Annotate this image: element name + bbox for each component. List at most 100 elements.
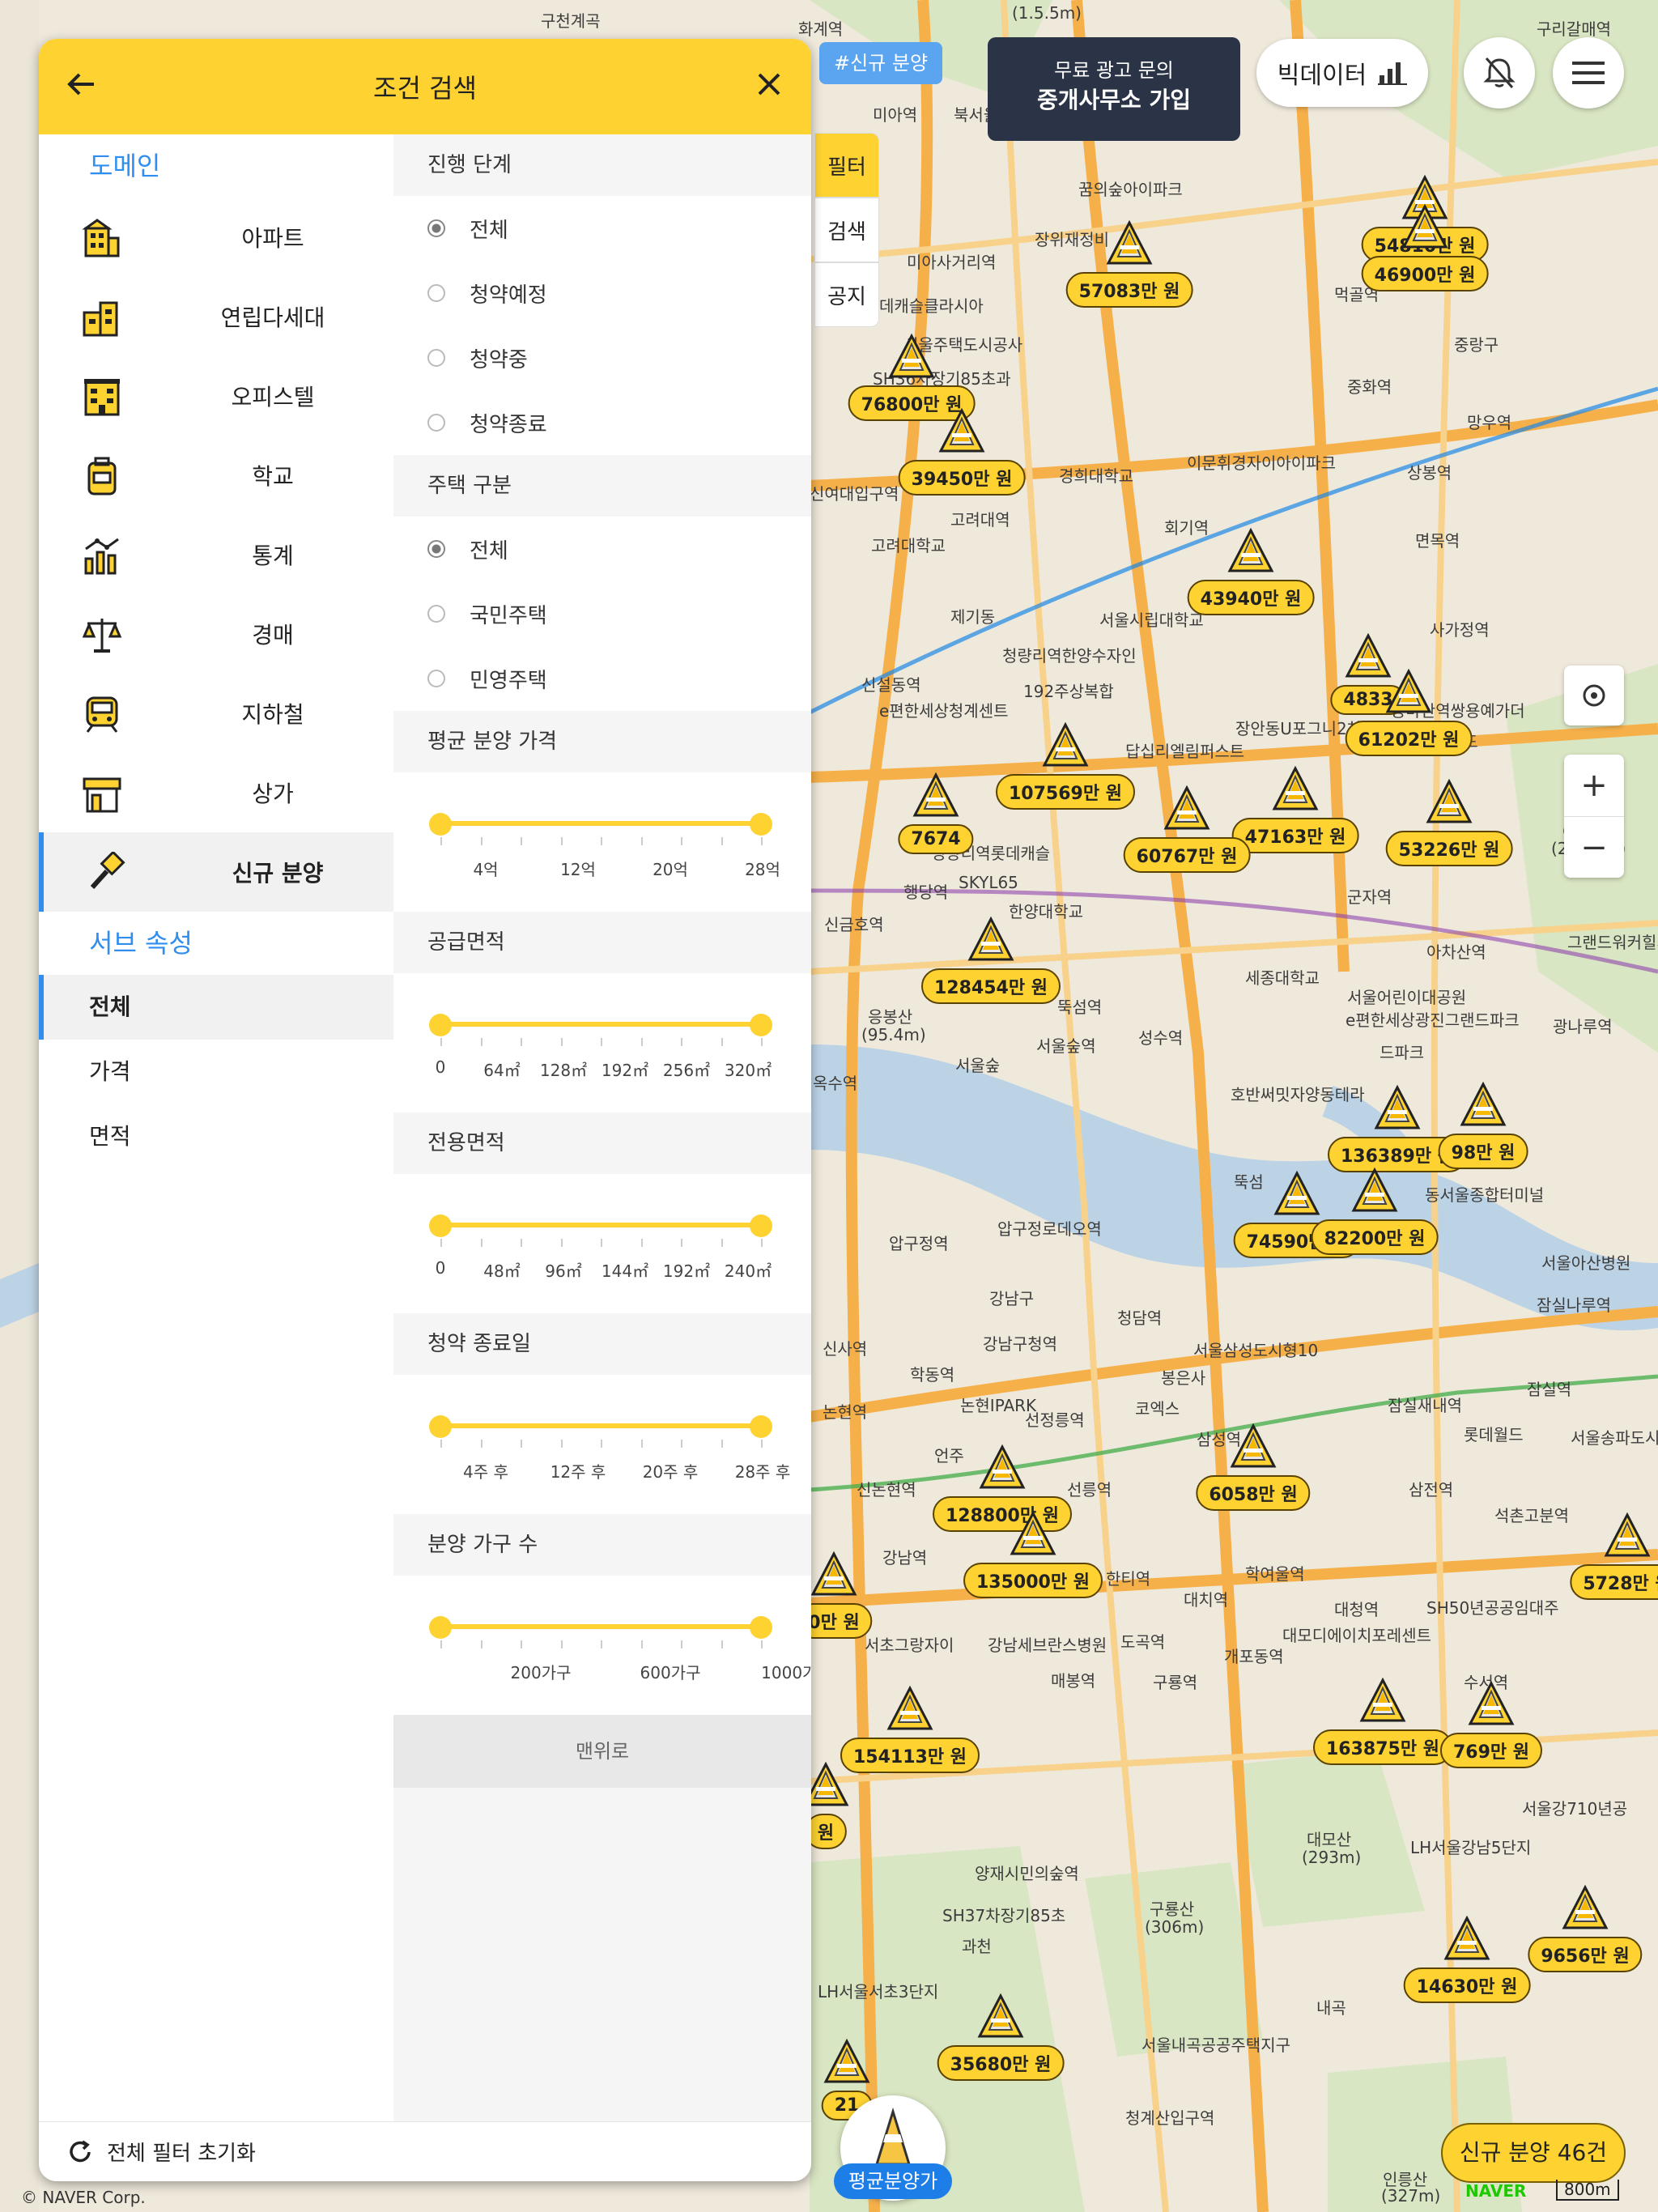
notification-off-button[interactable] xyxy=(1464,37,1535,108)
map-place-label: 청량리역한양수자인 xyxy=(1002,646,1137,666)
slider-min-handle[interactable] xyxy=(429,1616,452,1639)
slider-min-handle[interactable] xyxy=(429,1014,452,1036)
traffic-cone-icon xyxy=(1105,219,1154,268)
domain-item[interactable]: 아파트 xyxy=(39,198,393,277)
units-title: 분양 가구 수 xyxy=(393,1514,811,1576)
radio-option[interactable]: 국민주택 xyxy=(393,581,811,646)
traffic-cone-icon xyxy=(1163,785,1211,833)
new-sale-count-badge[interactable]: 신규 분양 46건 xyxy=(1441,2123,1626,2183)
sale-price-label: 769만 원 xyxy=(1439,1733,1543,1768)
domain-item[interactable]: 상가 xyxy=(39,753,393,832)
domain-item-label: 신규 분양 xyxy=(232,860,324,887)
slider-tick xyxy=(721,1440,723,1448)
slider-tick xyxy=(721,1640,723,1648)
slider-tick xyxy=(601,1038,602,1046)
slider-min-handle[interactable] xyxy=(429,1415,452,1438)
map-place-label: 강남세브란스병원 xyxy=(988,1636,1107,1655)
map-place-label: 서울강710년공 xyxy=(1522,1799,1628,1819)
domain-item[interactable]: 학교 xyxy=(39,436,393,515)
tab-filter[interactable]: 필터 xyxy=(814,133,879,198)
slider-max-handle[interactable] xyxy=(750,1616,772,1639)
map-place-label: 학여울역 xyxy=(1245,1564,1305,1584)
map-place-label: LH서울서초3단지 xyxy=(818,1982,939,2001)
slider-tick xyxy=(761,1239,763,1247)
exclusive-area-slider[interactable]: 0 48㎡ 96㎡ 144㎡ 192㎡ 240㎡ xyxy=(393,1174,811,1313)
radio-option[interactable]: 민영주택 xyxy=(393,646,811,711)
sale-price-label: 98만 원 xyxy=(1438,1134,1528,1169)
close-button[interactable] xyxy=(751,66,787,108)
radio-option[interactable]: 청약중 xyxy=(393,325,811,390)
units-slider[interactable]: 200가구 600가구 1000가구 xyxy=(393,1576,811,1715)
menu-button[interactable] xyxy=(1553,37,1624,108)
slider-max-handle[interactable] xyxy=(750,813,772,836)
sub-attribute-item[interactable]: 가격 xyxy=(39,1040,393,1104)
slider-tick-label: 192㎡ xyxy=(662,1261,711,1281)
ad-banner-button[interactable]: 무료 광고 문의 중개사무소 가입 xyxy=(988,37,1240,141)
traffic-cone-icon xyxy=(1373,1084,1422,1133)
sale-price-label: 53226만 원 xyxy=(1385,831,1513,866)
map-place-label: e편한세상청계센트 xyxy=(879,701,1009,721)
domain-item[interactable]: 연립다세대 xyxy=(39,277,393,356)
reset-filter-button[interactable]: 전체 필터 초기화 xyxy=(39,2121,811,2181)
slider-tick xyxy=(681,1038,682,1046)
domain-column: 도메인 아파트 연립다세대 오피스텔 학교 통계 경매 지하철 상가 신규 분양 서브 속성 전… xyxy=(39,134,393,2121)
map-place-label: 신금호역 xyxy=(824,915,884,934)
map-place-label: 서울숲역 xyxy=(1036,1036,1096,1056)
radio-option[interactable]: 전체 xyxy=(393,196,811,261)
domain-item[interactable]: 신규 분양 xyxy=(39,832,393,912)
ad-line2: 중개사무소 가입 xyxy=(1036,87,1192,113)
sale-price-label: 9656만 원 xyxy=(1528,1937,1643,1972)
map-place-label: 롯데월드 xyxy=(1464,1425,1524,1444)
reset-label: 전체 필터 초기화 xyxy=(107,2142,256,2166)
sale-price-label: 82200만 원 xyxy=(1311,1219,1439,1255)
scroll-top-button[interactable]: 맨위로 xyxy=(393,1715,811,1788)
map-place-label: (293m) xyxy=(1302,1848,1362,1867)
traffic-cone-icon xyxy=(967,916,1015,964)
current-location-button[interactable] xyxy=(1564,666,1624,725)
map-place-label: 회기역 xyxy=(1164,518,1209,538)
radio-option[interactable]: 전체 xyxy=(393,517,811,581)
slider-tick-label: 320㎡ xyxy=(724,1061,772,1080)
radio-dot xyxy=(427,605,445,623)
slider-min-handle[interactable] xyxy=(429,813,452,836)
avg-price-label[interactable]: 평균분양가 xyxy=(834,2163,952,2199)
domain-item-label: 상가 xyxy=(252,781,294,807)
slider-max-handle[interactable] xyxy=(750,1014,772,1036)
traffic-cone-icon xyxy=(1273,1170,1321,1219)
domain-item[interactable]: 오피스텔 xyxy=(39,356,393,436)
slider-tick xyxy=(601,1440,602,1448)
enddate-slider[interactable]: 4주 후 12주 후 20주 후 28주 후 xyxy=(393,1375,811,1514)
slider-tick xyxy=(640,1239,643,1247)
slider-tick xyxy=(521,1038,522,1046)
slider-tick-label: 12억 xyxy=(560,860,596,879)
supply-area-slider[interactable]: 0 64㎡ 128㎡ 192㎡ 256㎡ 320㎡ xyxy=(393,973,811,1112)
slider-min-handle[interactable] xyxy=(429,1214,452,1237)
domain-item[interactable]: 경매 xyxy=(39,594,393,674)
traffic-cone-icon xyxy=(1226,527,1275,576)
sub-attribute-item[interactable]: 전체 xyxy=(39,975,393,1040)
slider-tick xyxy=(480,1440,483,1448)
bigdata-button[interactable]: 빅데이터 xyxy=(1256,39,1428,107)
back-button[interactable] xyxy=(63,66,99,108)
zoom-in-button[interactable]: + xyxy=(1564,755,1624,816)
price-range-slider[interactable]: 4억 12억 20억 28억 xyxy=(393,772,811,912)
slider-tick xyxy=(640,1640,643,1648)
slider-track xyxy=(440,1223,761,1227)
slider-max-handle[interactable] xyxy=(750,1415,772,1438)
sub-attribute-item[interactable]: 면적 xyxy=(39,1104,393,1169)
radio-option[interactable]: 청약예정 xyxy=(393,261,811,325)
tab-search[interactable]: 검색 xyxy=(814,198,879,262)
traffic-cone-icon xyxy=(1425,778,1473,827)
active-filter-chip[interactable]: #신규 분양 xyxy=(819,42,943,84)
zoom-out-button[interactable]: − xyxy=(1564,816,1624,878)
domain-item[interactable]: 통계 xyxy=(39,515,393,594)
slider-max-handle[interactable] xyxy=(750,1214,772,1237)
tab-notice[interactable]: 공지 xyxy=(814,262,879,327)
slider-tick xyxy=(480,1038,483,1046)
domain-item-label: 경매 xyxy=(252,622,294,649)
map-place-label: (306m) xyxy=(1145,1917,1205,1937)
map-place-label: 개포동역 xyxy=(1224,1647,1284,1666)
domain-item[interactable]: 지하철 xyxy=(39,674,393,753)
radio-option[interactable]: 청약종료 xyxy=(393,390,811,455)
map-place-label: 한티역 xyxy=(1106,1569,1151,1589)
